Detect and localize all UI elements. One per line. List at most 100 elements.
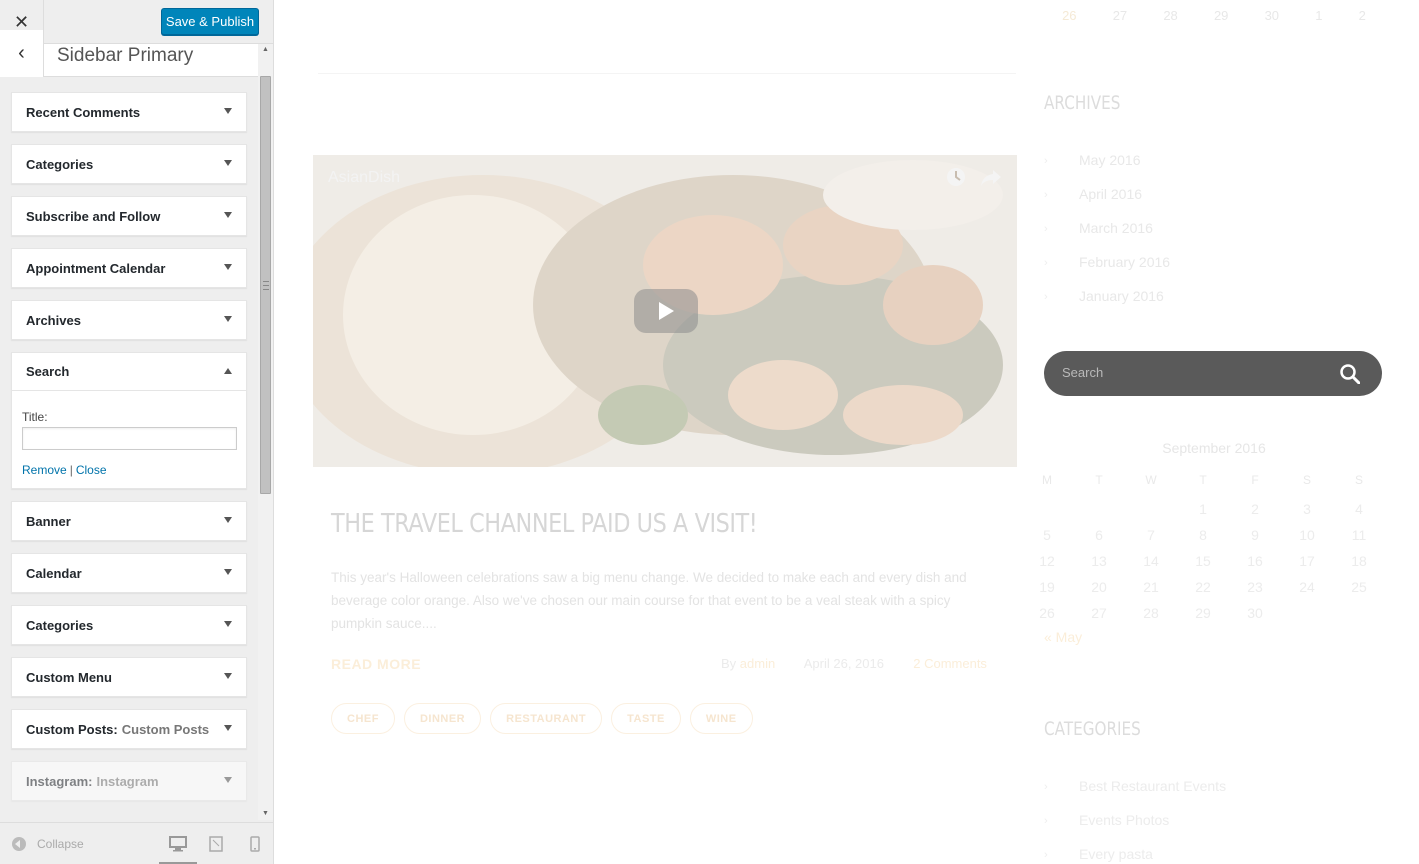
scroll-down-arrow-icon[interactable]: ▼ <box>258 808 273 820</box>
caret-down-icon[interactable] <box>224 569 232 575</box>
collapse-arrow-icon <box>12 837 26 851</box>
archive-item[interactable]: › January 2016 <box>1044 288 1170 322</box>
widget-calendar[interactable]: Calendar <box>11 553 247 593</box>
archive-item[interactable]: › April 2016 <box>1044 186 1170 220</box>
widget-custom-posts[interactable]: Custom Posts: Custom Posts <box>11 709 247 749</box>
widget-categories[interactable]: Categories <box>11 144 247 184</box>
archive-label[interactable]: January 2016 <box>1079 288 1164 304</box>
calendar-day <box>1125 501 1177 523</box>
tag-chip[interactable]: WINE <box>689 703 753 734</box>
back-button[interactable]: ‹ <box>0 30 44 77</box>
mobile-preview-icon[interactable] <box>245 834 265 854</box>
share-arrow-icon[interactable] <box>980 169 1002 187</box>
archive-label[interactable]: February 2016 <box>1079 254 1170 270</box>
caret-down-icon[interactable] <box>224 108 232 114</box>
caret-down-icon[interactable] <box>224 517 232 523</box>
caret-down-icon[interactable] <box>224 621 232 627</box>
widget-custom-menu[interactable]: Custom Menu <box>11 657 247 697</box>
scrollbar-thumb[interactable] <box>260 76 271 494</box>
calendar-day: 17 <box>1299 553 1315 569</box>
category-label[interactable]: Every pasta <box>1079 846 1153 864</box>
archive-label[interactable]: April 2016 <box>1079 186 1142 202</box>
play-button[interactable] <box>634 289 698 333</box>
widget-title: Search <box>26 364 70 379</box>
preview-search-box[interactable]: Search <box>1044 351 1382 396</box>
widget-instagram[interactable]: Instagram: Instagram <box>11 761 247 801</box>
tablet-preview-icon[interactable] <box>206 834 226 854</box>
chevron-right-icon: › <box>1044 849 1048 861</box>
calendar-day: 28 <box>1143 605 1159 621</box>
calendar-day: 27 <box>1112 8 1128 23</box>
tag-chip[interactable]: DINNER <box>403 703 482 734</box>
widget-categories-2[interactable]: Categories <box>11 605 247 645</box>
search-icon[interactable] <box>1340 364 1360 384</box>
tag-chip[interactable]: RESTAURANT <box>490 703 603 734</box>
remove-widget-link[interactable]: Remove <box>22 463 67 477</box>
calendar-weekday: F <box>1251 473 1259 487</box>
category-item[interactable]: › Every pasta <box>1044 846 1226 864</box>
sidebar-scrollbar[interactable]: ▲ ▼ <box>258 44 273 820</box>
archive-item[interactable]: › May 2016 <box>1044 152 1170 186</box>
caret-down-icon[interactable] <box>224 777 232 783</box>
widget-banner[interactable]: Banner <box>11 501 247 541</box>
calendar-prev-link[interactable]: « May <box>1044 629 1384 645</box>
caret-down-icon[interactable] <box>224 673 232 679</box>
video-title[interactable]: AsianDish <box>328 169 400 187</box>
calendar-day: 1 <box>1315 8 1323 23</box>
scroll-up-arrow-icon[interactable]: ▲ <box>258 44 273 56</box>
save-publish-button[interactable]: Save & Publish <box>161 8 259 35</box>
calendar-day: 1 <box>1199 501 1207 517</box>
calendar-day: 26 <box>1062 8 1077 23</box>
archive-label[interactable]: March 2016 <box>1079 220 1153 236</box>
video-embed[interactable]: AsianDish <box>313 155 1017 467</box>
post-title[interactable]: The Travel Channel Paid Us A Visit! <box>331 509 758 539</box>
widget-title: Categories <box>26 156 94 172</box>
category-label[interactable]: Best Restaurant Events <box>1079 778 1226 812</box>
widget-appointment-calendar[interactable]: Appointment Calendar <box>11 248 247 288</box>
caret-down-icon[interactable] <box>224 316 232 322</box>
title-input[interactable] <box>22 427 237 450</box>
calendar-grid: M T W T F S S 1 2 3 4 5 6 7 8 9 10 11 12 13 14 15 16 17 18 19 20 21… <box>1021 473 1385 627</box>
search-placeholder[interactable]: Search <box>1062 365 1103 380</box>
categories-list: › Best Restaurant Events › Events Photos ›… <box>1044 778 1226 864</box>
scroll-grip-icon <box>263 281 269 290</box>
caret-down-icon[interactable] <box>224 725 232 731</box>
category-item[interactable]: › Best Restaurant Events <box>1044 778 1226 812</box>
widget-title: Banner <box>26 513 71 529</box>
section-title: Sidebar Primary <box>57 45 194 66</box>
widget-archives[interactable]: Archives <box>11 300 247 340</box>
calendar-day: 14 <box>1143 553 1159 569</box>
tag-chip[interactable]: CHEF <box>331 703 395 734</box>
widget-recent-comments[interactable]: Recent Comments <box>11 92 247 132</box>
chevron-right-icon: › <box>1044 189 1048 201</box>
archive-item[interactable]: › February 2016 <box>1044 254 1170 288</box>
close-widget-link[interactable]: Close <box>76 463 107 477</box>
widget-title: Recent Comments <box>26 104 141 120</box>
collapse-button[interactable]: Collapse <box>12 837 84 851</box>
widget-subscribe-follow[interactable]: Subscribe and Follow <box>11 196 247 236</box>
calendar-day: 25 <box>1351 579 1367 595</box>
archive-item[interactable]: › March 2016 <box>1044 220 1170 254</box>
calendar-day: 11 <box>1351 527 1367 543</box>
caret-up-icon[interactable] <box>224 368 232 374</box>
caret-down-icon[interactable] <box>224 160 232 166</box>
calendar-weekday: T <box>1095 473 1103 487</box>
widget-title: Instagram: <box>26 773 93 789</box>
post-meta: By admin April 26, 2016 2 Comments <box>721 656 987 671</box>
chevron-right-icon: › <box>1044 815 1048 827</box>
comments-link[interactable]: 2 Comments <box>913 656 987 671</box>
author-link[interactable]: admin <box>740 656 775 671</box>
widget-title: Appointment Calendar <box>26 260 166 276</box>
read-more-link[interactable]: READ MORE <box>331 656 421 672</box>
category-label[interactable]: Events Photos <box>1079 812 1169 846</box>
widget-search-header[interactable]: Search <box>12 353 246 391</box>
caret-down-icon[interactable] <box>224 264 232 270</box>
tag-chip[interactable]: TASTE <box>611 703 681 734</box>
archive-label[interactable]: May 2016 <box>1079 152 1140 168</box>
caret-down-icon[interactable] <box>224 212 232 218</box>
post-tags: CHEF DINNER RESTAURANT TASTE WINE <box>331 703 753 734</box>
desktop-preview-icon[interactable] <box>159 834 197 864</box>
watch-later-clock-icon[interactable] <box>946 167 966 187</box>
category-item[interactable]: › Events Photos <box>1044 812 1226 846</box>
post-excerpt: This year's Halloween celebrations saw a… <box>331 570 967 631</box>
